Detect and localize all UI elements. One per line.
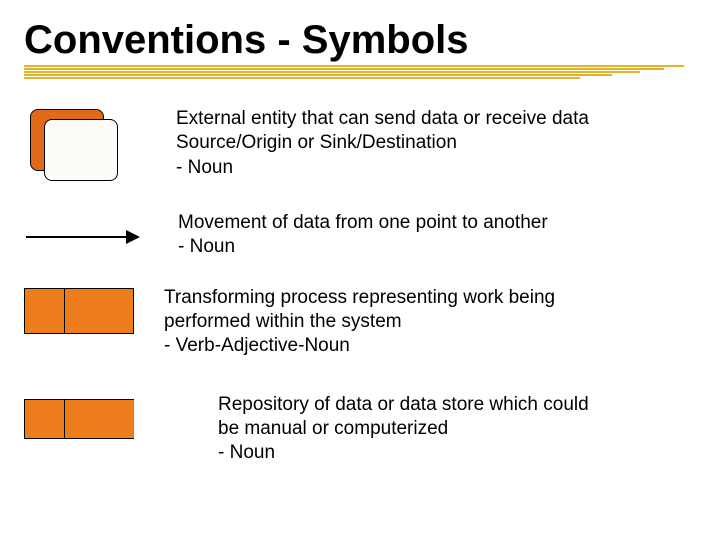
symbol-description: Transforming process representing work b… — [164, 286, 696, 359]
desc-line: Transforming process representing work b… — [164, 286, 696, 310]
symbol-description: Repository of data or data store which c… — [218, 393, 696, 466]
desc-line: be manual or computerized — [218, 417, 696, 441]
desc-line: - Noun — [218, 441, 696, 465]
data-store-icon — [24, 399, 134, 439]
desc-line: Movement of data from one point to anoth… — [178, 211, 696, 235]
symbol-cell — [24, 211, 164, 249]
desc-line: - Noun — [178, 235, 696, 259]
title-underline — [24, 65, 696, 79]
external-entity-icon — [30, 109, 122, 185]
symbol-cell — [24, 286, 164, 334]
desc-line: Source/Origin or Sink/Destination — [176, 131, 696, 155]
data-flow-arrow-icon — [26, 225, 146, 249]
convention-row: Repository of data or data store which c… — [24, 393, 696, 466]
desc-line: - Noun — [176, 156, 696, 180]
desc-line: performed within the system — [164, 310, 696, 334]
symbol-cell — [24, 107, 164, 185]
process-icon — [24, 288, 134, 334]
convention-row: External entity that can send data or re… — [24, 107, 696, 185]
convention-row: Transforming process representing work b… — [24, 286, 696, 359]
symbol-cell — [24, 393, 154, 439]
slide: Conventions - Symbols External entity th… — [0, 0, 720, 540]
content: External entity that can send data or re… — [24, 107, 696, 466]
desc-line: External entity that can send data or re… — [176, 107, 696, 131]
desc-line: Repository of data or data store which c… — [218, 393, 696, 417]
symbol-description: Movement of data from one point to anoth… — [178, 211, 696, 260]
symbol-description: External entity that can send data or re… — [176, 107, 696, 180]
page-title: Conventions - Symbols — [24, 18, 696, 63]
convention-row: Movement of data from one point to anoth… — [24, 211, 696, 260]
desc-line: - Verb-Adjective-Noun — [164, 334, 696, 358]
